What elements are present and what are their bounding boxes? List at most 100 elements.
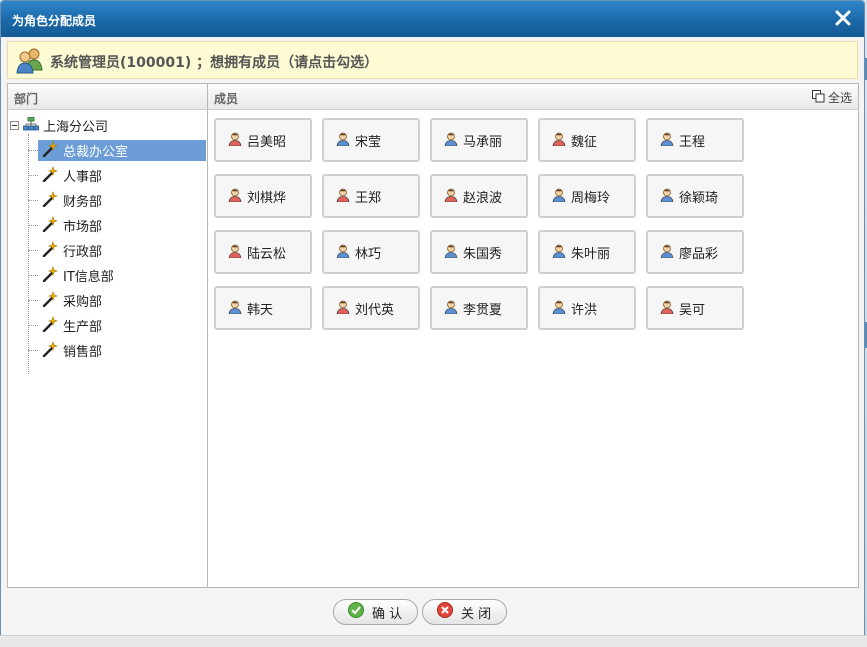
tree-root-label: 上海分公司 <box>43 119 109 135</box>
member-card[interactable]: 魏征 <box>538 118 636 162</box>
member-card[interactable]: 李贯夏 <box>430 286 528 330</box>
member-card[interactable]: 朱国秀 <box>430 230 528 274</box>
tree-connector-line <box>28 275 38 276</box>
member-name: 林巧 <box>355 246 382 262</box>
tree-node-department[interactable]: 行政部 <box>28 240 206 261</box>
select-all-button[interactable]: 全选 <box>811 89 852 106</box>
member-name: 宋莹 <box>355 134 382 150</box>
member-card[interactable]: 林巧 <box>322 230 420 274</box>
user-female-icon <box>336 188 350 205</box>
org-icon <box>22 116 40 134</box>
tree-connector-line <box>28 300 38 301</box>
tree-node-department[interactable]: 财务部 <box>28 190 206 211</box>
tree-node-department[interactable]: 生产部 <box>28 315 206 336</box>
info-bar: 系统管理员(100001) ；想拥有成员（请点击勾选） <box>7 41 858 79</box>
member-name: 许洪 <box>571 302 598 318</box>
tree-node-label: 行政部 <box>63 245 103 260</box>
wand-icon <box>42 191 58 210</box>
dialog-titlebar[interactable]: 为角色分配成员 <box>1 1 864 37</box>
member-card[interactable]: 韩天 <box>214 286 312 330</box>
wand-icon <box>42 316 58 335</box>
member-card[interactable]: 王郑 <box>322 174 420 218</box>
tree-connector-line <box>28 150 38 151</box>
tree-node-department[interactable]: 市场部 <box>28 215 206 236</box>
cancel-button[interactable]: 关 闭 <box>422 599 507 625</box>
user-male-icon <box>444 132 458 149</box>
member-card[interactable]: 马承丽 <box>430 118 528 162</box>
user-female-icon <box>552 132 566 149</box>
member-card[interactable]: 廖品彩 <box>646 230 744 274</box>
department-panel: 部门 上海分公司 总裁办公室 人事部 财务部 市场部 行政部 IT信息部 采购部 生产部 销售部 <box>7 83 208 588</box>
wand-icon <box>42 241 58 260</box>
members-panel-header: 成员 全选 <box>208 84 858 110</box>
member-card[interactable]: 许洪 <box>538 286 636 330</box>
user-male-icon <box>336 244 350 261</box>
member-name: 廖品彩 <box>679 246 719 262</box>
wand-icon <box>42 166 58 185</box>
user-female-icon <box>336 300 350 317</box>
member-name: 马承丽 <box>463 134 503 150</box>
tree-node-department[interactable]: 采购部 <box>28 290 206 311</box>
tree-node-department[interactable]: IT信息部 <box>28 265 206 286</box>
member-name: 王程 <box>679 134 706 150</box>
member-card[interactable]: 宋莹 <box>322 118 420 162</box>
select-all-label: 全选 <box>827 91 852 105</box>
user-male-icon <box>660 132 674 149</box>
member-card[interactable]: 王程 <box>646 118 744 162</box>
member-card[interactable]: 吴可 <box>646 286 744 330</box>
close-icon[interactable] <box>834 9 852 27</box>
tree-connector-line <box>28 325 38 326</box>
member-card[interactable]: 周梅玲 <box>538 174 636 218</box>
tree-node-department[interactable]: 销售部 <box>28 340 206 361</box>
role-info-text: 系统管理员(100001) ；想拥有成员（请点击勾选） <box>50 55 379 71</box>
tree-node-label: 生产部 <box>63 320 103 335</box>
member-name: 王郑 <box>355 190 382 206</box>
members-panel: 成员 全选 吕美昭 宋莹 马承丽 魏征 王程刘棋烨 王郑 赵浪波 周梅玲 徐颖琦陆云松 林巧 朱国秀… <box>208 83 859 588</box>
tree-node-label: 销售部 <box>63 345 103 360</box>
assign-members-dialog: 为角色分配成员 系统管理员(100001) ；想拥有成员（请点击勾选） 部门 上… <box>0 0 865 643</box>
tree-node-department[interactable]: 总裁办公室 <box>28 140 206 161</box>
tree-connector-line <box>28 250 38 251</box>
wand-icon <box>42 266 58 285</box>
member-card[interactable]: 赵浪波 <box>430 174 528 218</box>
member-name: 李贯夏 <box>463 302 503 318</box>
member-card[interactable]: 刘代英 <box>322 286 420 330</box>
member-card[interactable]: 朱叶丽 <box>538 230 636 274</box>
tree-connector-line <box>28 225 38 226</box>
member-name: 刘棋烨 <box>247 190 287 206</box>
member-name: 周梅玲 <box>571 190 611 206</box>
user-female-icon <box>228 132 242 149</box>
members-panel-title: 成员 <box>214 92 239 106</box>
dialog-title: 为角色分配成员 <box>12 14 97 28</box>
member-name: 魏征 <box>571 134 598 150</box>
background-scrollbar <box>0 635 867 647</box>
tree-connector-line <box>28 350 38 351</box>
member-card[interactable]: 陆云松 <box>214 230 312 274</box>
user-male-icon <box>228 300 242 317</box>
member-name: 韩天 <box>247 302 274 318</box>
member-name: 吴可 <box>679 302 706 318</box>
user-female-icon <box>228 188 242 205</box>
user-female-icon <box>660 300 674 317</box>
member-card[interactable]: 徐颖琦 <box>646 174 744 218</box>
user-female-icon <box>444 188 458 205</box>
confirm-button[interactable]: 确 认 <box>333 599 418 625</box>
tree-root-node[interactable]: 上海分公司 <box>10 115 108 135</box>
member-card[interactable]: 刘棋烨 <box>214 174 312 218</box>
collapse-icon[interactable] <box>10 120 19 130</box>
member-name: 刘代英 <box>355 302 395 318</box>
member-name: 陆云松 <box>247 246 287 262</box>
member-name: 徐颖琦 <box>679 190 719 206</box>
user-male-icon <box>336 132 350 149</box>
tree-connector-line <box>28 200 38 201</box>
users-icon <box>15 46 45 74</box>
wand-icon <box>42 291 58 310</box>
cancel-icon <box>437 602 453 622</box>
user-female-icon <box>228 244 242 261</box>
wand-icon <box>42 141 58 160</box>
member-card[interactable]: 吕美昭 <box>214 118 312 162</box>
tree-node-department[interactable]: 人事部 <box>28 165 206 186</box>
tree-node-label: 采购部 <box>63 295 103 310</box>
tree-node-label: 人事部 <box>63 170 103 185</box>
member-name: 赵浪波 <box>463 190 503 206</box>
